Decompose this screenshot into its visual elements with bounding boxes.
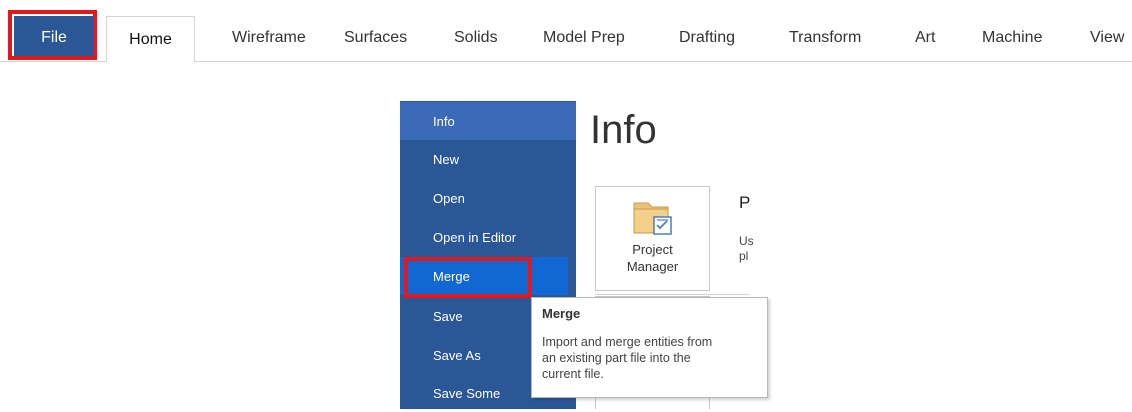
- menu-item-open-in-editor[interactable]: Open in Editor: [400, 218, 576, 256]
- ribbon-tab-bar: File Home Wireframe Surfaces Solids Mode…: [0, 0, 1132, 62]
- menu-item-merge[interactable]: Merge: [400, 257, 568, 295]
- project-manager-description: Us pl: [739, 234, 753, 263]
- tab-home[interactable]: Home: [106, 16, 195, 62]
- project-manager-label: Project Manager: [596, 241, 709, 275]
- menu-item-open[interactable]: Open: [400, 179, 576, 217]
- tab-art[interactable]: Art: [915, 29, 935, 47]
- tab-solids[interactable]: Solids: [454, 29, 498, 47]
- info-divider: [595, 294, 750, 295]
- project-manager-label-line2: Manager: [626, 259, 679, 274]
- menu-item-new[interactable]: New: [400, 140, 576, 178]
- project-manager-label-line1: Project: [632, 242, 673, 257]
- merge-tooltip: Merge Import and merge entities from an …: [531, 297, 768, 398]
- tab-wireframe[interactable]: Wireframe: [232, 29, 306, 47]
- tab-view[interactable]: View: [1090, 29, 1124, 47]
- tab-drafting[interactable]: Drafting: [679, 29, 735, 47]
- project-manager-heading: P: [739, 193, 751, 212]
- page-title: Info: [590, 108, 657, 152]
- tab-model-prep[interactable]: Model Prep: [543, 29, 625, 47]
- tab-transform[interactable]: Transform: [789, 29, 861, 47]
- tab-surfaces[interactable]: Surfaces: [344, 29, 407, 47]
- project-manager-button[interactable]: Project Manager: [595, 186, 710, 291]
- tooltip-body: Import and merge entities from an existi…: [542, 335, 713, 381]
- file-tab[interactable]: File: [14, 16, 94, 59]
- menu-item-info[interactable]: Info: [400, 102, 576, 140]
- tooltip-title: Merge: [542, 306, 581, 321]
- folder-checklist-icon: [630, 197, 676, 242]
- tab-machine[interactable]: Machine: [982, 29, 1042, 47]
